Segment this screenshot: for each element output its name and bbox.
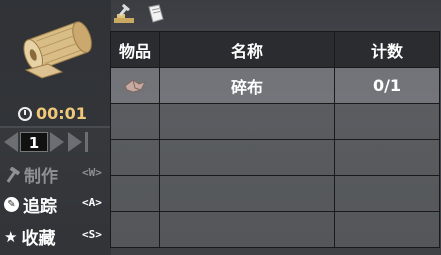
cloth-roll-icon: [23, 21, 92, 79]
table-row: [110, 175, 441, 212]
quantity-value[interactable]: 1: [20, 132, 48, 152]
row-name: 碎布: [159, 67, 335, 104]
track-icon: ✎: [4, 197, 19, 212]
hammer-icon: [6, 166, 20, 183]
empty-cell: [159, 211, 335, 248]
table-header: 物品 名称 计数: [110, 31, 441, 68]
recipe-panel: 00:01 1 制作 <W> ✎ 追踪 <A> ★ 收藏 <S>: [0, 0, 111, 255]
craft-label: 制作: [24, 167, 58, 187]
timer-value: 00:01: [36, 104, 87, 123]
empty-cell: [334, 103, 440, 140]
quantity-pager: 1: [4, 132, 88, 152]
max-arrow-icon[interactable]: [68, 132, 82, 152]
star-icon: ★: [4, 227, 18, 246]
craft-timer: 00:01: [18, 104, 87, 123]
next-arrow-icon[interactable]: [50, 132, 64, 152]
table-row: [110, 103, 441, 140]
empty-cell: [334, 211, 440, 248]
item-preview: 00:01: [0, 0, 111, 126]
craft-button[interactable]: 制作 <W>: [4, 162, 102, 187]
max-bar-icon: [85, 132, 88, 152]
empty-cell: [159, 103, 335, 140]
empty-cell: [334, 175, 440, 212]
empty-cell: [110, 211, 160, 248]
table-row[interactable]: 碎布 0/1: [110, 67, 441, 104]
header-name: 名称: [159, 31, 335, 68]
empty-cell: [334, 139, 440, 176]
crafting-tools-icon[interactable]: [113, 4, 135, 24]
craft-key: <W>: [82, 166, 102, 179]
track-button[interactable]: ✎ 追踪 <A>: [4, 192, 102, 217]
empty-cell: [110, 175, 160, 212]
table-row: [110, 139, 441, 176]
ingredients-table: 物品 名称 计数 碎布 0/1: [110, 31, 441, 248]
recipe-controls: 1 制作 <W> ✎ 追踪 <A> ★ 收藏 <S>: [0, 128, 111, 255]
header-item: 物品: [110, 31, 160, 68]
favorite-key: <S>: [82, 228, 102, 241]
empty-cell: [110, 103, 160, 140]
empty-cell: [159, 175, 335, 212]
row-icon-cell: [110, 67, 160, 104]
row-count: 0/1: [334, 67, 440, 104]
track-key: <A>: [82, 196, 102, 209]
empty-cell: [159, 139, 335, 176]
favorite-button[interactable]: ★ 收藏 <S>: [4, 224, 102, 250]
empty-cell: [110, 139, 160, 176]
header-count: 计数: [334, 31, 440, 68]
table-row: [110, 211, 441, 248]
clock-icon: [18, 106, 32, 121]
favorite-label: 收藏: [21, 229, 56, 249]
prev-arrow-icon[interactable]: [4, 132, 18, 152]
book-icon[interactable]: [145, 4, 165, 24]
toolbar: [113, 4, 165, 24]
track-label: 追踪: [23, 197, 57, 217]
cloth-scrap-icon: [124, 78, 146, 93]
